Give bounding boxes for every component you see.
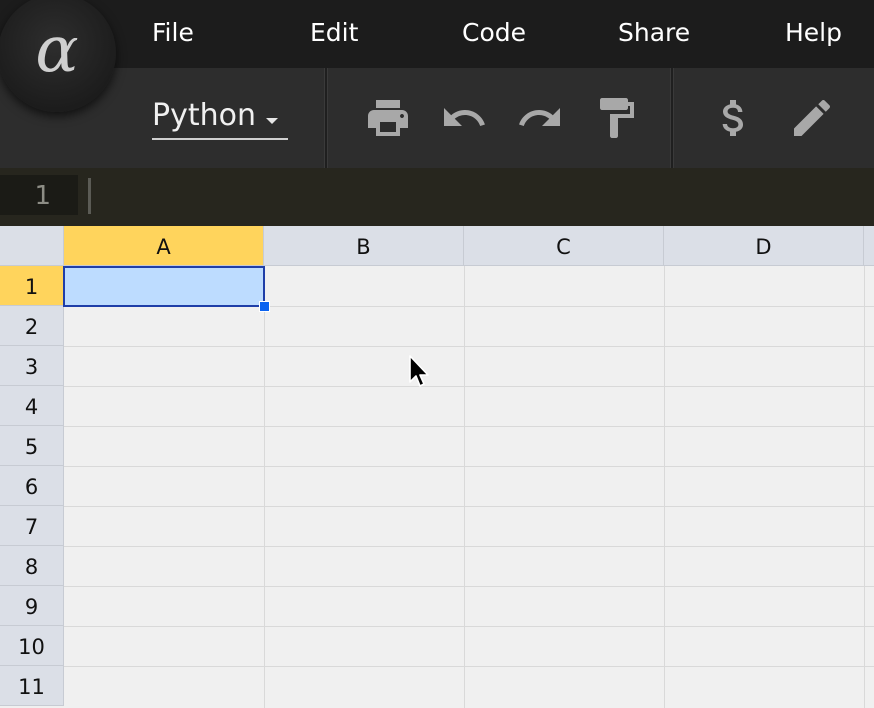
- menu-edit[interactable]: Edit: [310, 0, 358, 68]
- grid-line: [64, 506, 874, 507]
- paint-format-icon: [600, 98, 634, 138]
- paint-format-button[interactable]: [592, 94, 640, 142]
- column-header-b[interactable]: B: [264, 226, 464, 266]
- undo-icon: [444, 108, 485, 126]
- menu-bar: File Edit Code Share Help: [0, 0, 874, 68]
- column-header-next[interactable]: [864, 226, 874, 266]
- edit-button[interactable]: [788, 94, 836, 142]
- selected-cell-a1[interactable]: [63, 266, 265, 307]
- column-header-a[interactable]: A: [64, 226, 264, 266]
- line-number: 1: [34, 181, 51, 211]
- menu-file[interactable]: File: [152, 0, 194, 68]
- row-header-3[interactable]: 3: [0, 346, 64, 386]
- grid-line: [64, 426, 874, 427]
- code-editor: 1: [0, 168, 874, 226]
- grid-line: [664, 266, 665, 708]
- currency-button[interactable]: [710, 94, 758, 142]
- grid-line: [464, 266, 465, 708]
- row-header-9[interactable]: 9: [0, 586, 64, 626]
- text-cursor: [88, 178, 91, 214]
- row-header-7[interactable]: 7: [0, 506, 64, 546]
- column-header-c[interactable]: C: [464, 226, 664, 266]
- row-header-4[interactable]: 4: [0, 386, 64, 426]
- spreadsheet-grid: A B C D 1 2 3 4 5 6 7 8 9 10 11: [0, 226, 874, 708]
- pencil-icon: [794, 99, 831, 136]
- print-icon: [368, 100, 408, 136]
- toolbar-divider: [670, 68, 674, 168]
- grid-line: [64, 666, 874, 667]
- grid-line: [64, 546, 874, 547]
- grid-line: [64, 386, 874, 387]
- line-gutter: 1: [0, 175, 78, 215]
- row-header-6[interactable]: 6: [0, 466, 64, 506]
- dollar-icon: [722, 100, 743, 136]
- redo-button[interactable]: [516, 94, 564, 142]
- language-select[interactable]: Python: [152, 96, 288, 140]
- row-header-5[interactable]: 5: [0, 426, 64, 466]
- row-header-2[interactable]: 2: [0, 306, 64, 346]
- grid-line: [264, 266, 265, 708]
- column-header-d[interactable]: D: [664, 226, 864, 266]
- app-logo[interactable]: α: [0, 0, 116, 112]
- alpha-logo-glyph: α: [35, 13, 79, 87]
- menu-help[interactable]: Help: [785, 0, 842, 68]
- row-header-1[interactable]: 1: [0, 266, 64, 306]
- grid-line: [864, 266, 865, 708]
- grid-line: [64, 586, 874, 587]
- redo-icon: [519, 108, 560, 126]
- language-select-value: Python: [152, 98, 256, 133]
- row-header-8[interactable]: 8: [0, 546, 64, 586]
- menu-share[interactable]: Share: [618, 0, 690, 68]
- toolbar: Python: [0, 68, 874, 168]
- row-header-10[interactable]: 10: [0, 626, 64, 666]
- toolbar-divider: [324, 68, 328, 168]
- fill-handle[interactable]: [259, 301, 270, 312]
- grid-line: [64, 466, 874, 467]
- menu-code[interactable]: Code: [462, 0, 526, 68]
- grid-line: [64, 346, 874, 347]
- code-input[interactable]: [78, 168, 874, 226]
- print-button[interactable]: [364, 94, 412, 142]
- select-all-corner[interactable]: [0, 226, 64, 266]
- caret-down-icon: [266, 118, 278, 124]
- row-header-11[interactable]: 11: [0, 666, 64, 706]
- grid-line: [64, 626, 874, 627]
- undo-button[interactable]: [440, 94, 488, 142]
